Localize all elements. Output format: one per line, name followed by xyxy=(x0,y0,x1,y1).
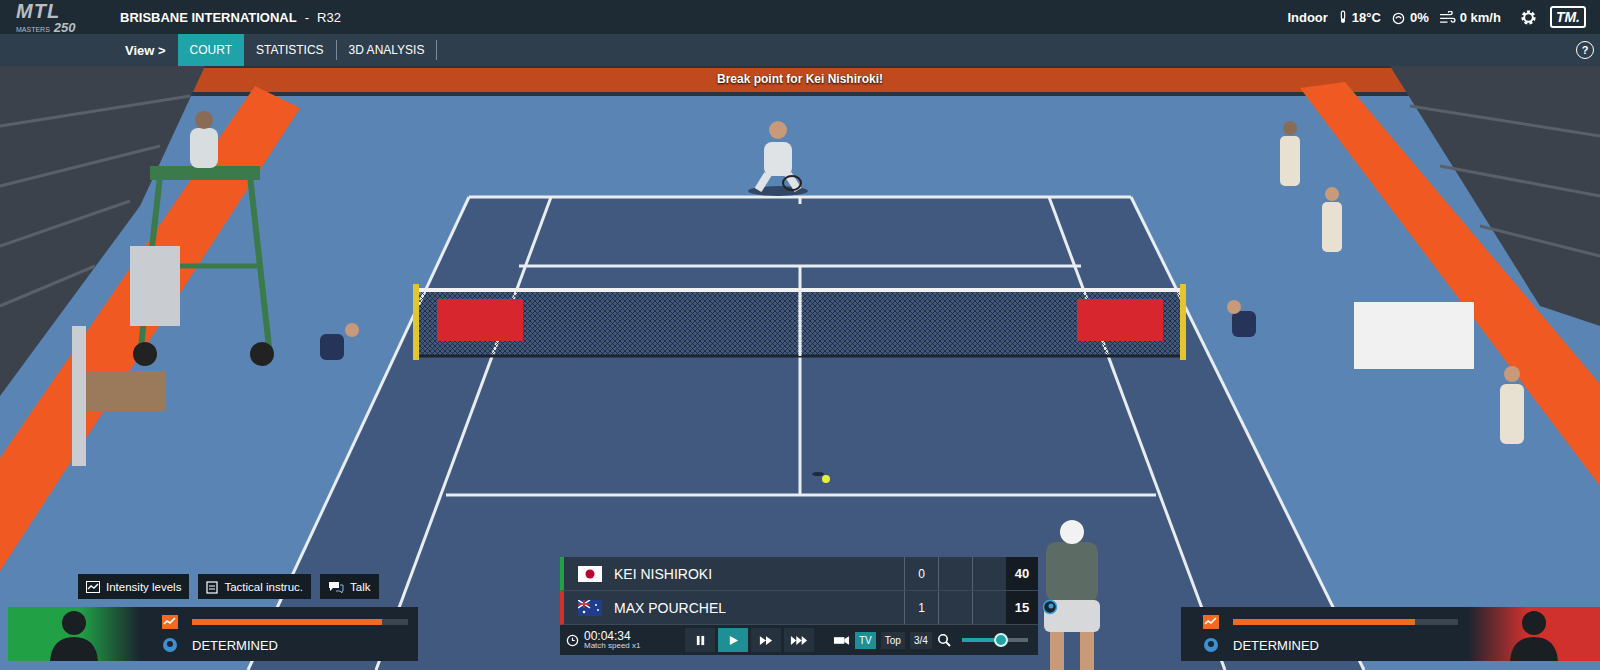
view-bar: View > COURTSTATISTICS3D ANALYSIS ? xyxy=(0,34,1600,66)
condition-temperature: 18°C xyxy=(1338,9,1381,25)
ball-kid-left xyxy=(320,323,359,360)
droplet-icon xyxy=(1391,10,1406,25)
game-logo: MTL MASTERS 250 xyxy=(16,1,112,34)
view-label: View > xyxy=(125,34,166,66)
sponsor-box xyxy=(1354,302,1474,369)
fastest-forward-icon xyxy=(790,635,808,646)
coach-actions: Intensity levels Tactical instruc. Talk xyxy=(78,574,379,599)
view-tab[interactable]: COURT xyxy=(178,34,244,66)
far-player xyxy=(748,121,808,196)
score-row: KEI NISHIROKI 0 40 xyxy=(560,557,1038,591)
top-bar: MTL MASTERS 250 BRISBANE INTERNATIONAL -… xyxy=(0,0,1600,34)
ball-kid-right xyxy=(1227,300,1256,337)
speech-icon xyxy=(328,580,344,594)
zoom-slider[interactable] xyxy=(962,638,1028,642)
fastest-button[interactable] xyxy=(784,628,814,652)
net-sponsor-board xyxy=(1077,299,1163,341)
match-speed: Match speed x1 xyxy=(584,642,680,650)
player-panel: DETERMINED xyxy=(8,607,418,661)
wind-icon xyxy=(1439,11,1456,24)
serve-icon xyxy=(1042,599,1058,615)
camera-button[interactable]: Top xyxy=(881,632,905,649)
help-button[interactable]: ? xyxy=(1576,41,1594,59)
conditions: Indoor 18°C 0% 0 km/h xyxy=(1287,9,1500,25)
fast-forward-icon xyxy=(759,635,773,646)
tournament-title: BRISBANE INTERNATIONAL - R32 xyxy=(120,10,341,25)
fast-button[interactable] xyxy=(751,628,781,652)
clock-icon xyxy=(566,634,579,647)
intensity-icon xyxy=(1203,615,1219,629)
camera-button[interactable]: TV xyxy=(855,632,876,649)
announcement: Break point for Kei Nishiroki! xyxy=(0,72,1600,86)
score-row: MAX POURCHEL 1 15 xyxy=(560,591,1038,625)
near-player xyxy=(1044,520,1100,670)
match-controls: 00:04:34 Match speed x1 TV Top 3/4 xyxy=(560,625,1038,655)
condition-venue: Indoor xyxy=(1287,10,1327,25)
action-button[interactable]: Tactical instruc. xyxy=(198,574,311,599)
camera-button[interactable]: 3/4 xyxy=(910,632,932,649)
intensity-bar xyxy=(1233,619,1458,625)
australia-flag-icon xyxy=(578,600,602,616)
silhouette-icon xyxy=(44,607,104,661)
play-button[interactable] xyxy=(718,628,748,652)
net xyxy=(416,290,1183,356)
scoreboard: KEI NISHIROKI 0 40 MAX POURCHEL 1 15 00:… xyxy=(560,557,1038,655)
view-tab[interactable]: STATISTICS xyxy=(244,40,337,60)
camera-icon xyxy=(833,634,850,646)
court-view: Break point for Kei Nishiroki! Intensity… xyxy=(0,66,1600,670)
intensity-bar xyxy=(192,619,408,625)
brand-logo: TM. xyxy=(1550,6,1586,28)
thermometer-icon xyxy=(1338,9,1348,25)
left-board xyxy=(0,86,300,571)
mind-icon xyxy=(1203,637,1219,653)
gear-icon[interactable] xyxy=(1519,8,1538,27)
line-judges xyxy=(1280,121,1524,444)
zoom-icon xyxy=(937,633,951,647)
player-portrait xyxy=(8,607,140,661)
net-sponsor-board xyxy=(437,299,523,341)
umpire-chair xyxy=(133,111,274,366)
tennis-ball xyxy=(822,475,830,483)
pause-icon xyxy=(695,635,706,646)
chart-icon xyxy=(86,581,100,593)
mood-label: DETERMINED xyxy=(1233,638,1319,653)
japan-flag-icon xyxy=(578,566,602,582)
action-button[interactable]: Intensity levels xyxy=(78,574,189,599)
pause-button[interactable] xyxy=(685,628,715,652)
mood-label: DETERMINED xyxy=(192,638,278,653)
right-board xyxy=(1300,82,1600,486)
player-portrait xyxy=(1468,607,1600,661)
match-time: 00:04:34 xyxy=(584,630,680,642)
benches xyxy=(72,246,180,466)
clipboard-icon xyxy=(206,580,218,594)
condition-wind: 0 km/h xyxy=(1439,10,1501,25)
view-tab[interactable]: 3D ANALYSIS xyxy=(337,40,438,60)
mind-icon xyxy=(162,637,178,653)
intensity-icon xyxy=(162,615,178,629)
court-surface xyxy=(248,197,1364,670)
action-button[interactable]: Talk xyxy=(320,574,378,599)
player-panel: DETERMINED xyxy=(1181,607,1600,661)
match-screen: MTL MASTERS 250 BRISBANE INTERNATIONAL -… xyxy=(0,0,1600,670)
arena-floor xyxy=(0,66,1600,670)
court-lines xyxy=(248,197,1364,670)
play-icon xyxy=(728,635,739,646)
condition-humidity: 0% xyxy=(1391,10,1429,25)
silhouette-icon xyxy=(1504,607,1564,661)
